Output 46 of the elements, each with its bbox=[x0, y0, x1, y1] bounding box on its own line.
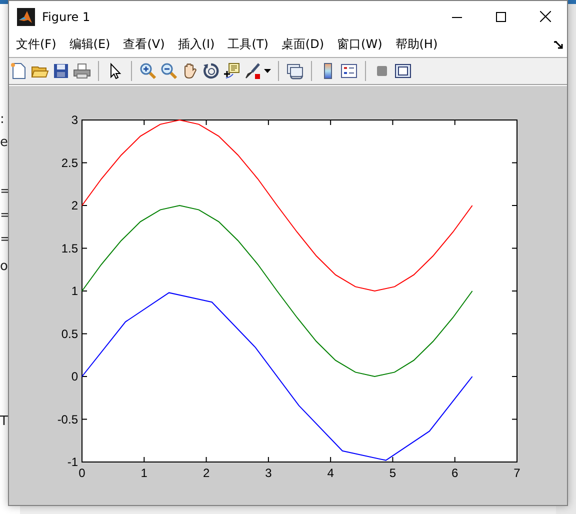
tick-label: 6 bbox=[452, 466, 458, 480]
text-fragment: T bbox=[0, 414, 8, 430]
tick-label: -0.5 bbox=[57, 412, 78, 426]
dock-icon[interactable] bbox=[554, 40, 563, 48]
menu-item[interactable]: 插入(I) bbox=[172, 34, 220, 55]
window-title: Figure 1 bbox=[42, 10, 90, 24]
tick-label: 4 bbox=[327, 466, 334, 480]
text-fragment: e bbox=[0, 135, 8, 151]
tick-label: 1 bbox=[140, 466, 148, 480]
tick-label: 5 bbox=[389, 466, 396, 480]
printer-icon[interactable] bbox=[73, 62, 91, 80]
zoom-in-icon[interactable] bbox=[139, 62, 157, 80]
zoom-out-icon[interactable] bbox=[160, 62, 178, 80]
link-plot-icon[interactable] bbox=[286, 62, 304, 80]
save-icon[interactable] bbox=[52, 62, 70, 80]
menu-item[interactable]: 工具(T) bbox=[222, 34, 274, 55]
tick-label: 0.5 bbox=[61, 326, 78, 341]
tick-label: 3 bbox=[71, 113, 78, 127]
rotate-icon[interactable] bbox=[202, 62, 220, 80]
plot-tools-icon[interactable] bbox=[394, 62, 412, 80]
caret-icon[interactable] bbox=[264, 69, 271, 73]
tick-label: 0 bbox=[71, 370, 78, 384]
menu-item[interactable]: 编辑(E) bbox=[64, 34, 116, 55]
tick-label: 7 bbox=[514, 466, 520, 480]
menu-item[interactable]: 文件(F) bbox=[11, 34, 62, 55]
menu-item[interactable]: 查看(V) bbox=[118, 34, 170, 55]
tick-label: 2.5 bbox=[61, 156, 78, 170]
menu-item[interactable]: 桌面(D) bbox=[276, 34, 330, 55]
text-fragment: : bbox=[0, 112, 4, 128]
tick-label: 1 bbox=[71, 284, 78, 298]
menu-item[interactable]: 窗口(W) bbox=[332, 34, 388, 55]
tick-label: 0 bbox=[78, 466, 86, 480]
close-icon bbox=[540, 11, 550, 22]
menu-item[interactable]: 帮助(H) bbox=[390, 34, 443, 55]
text-fragment: o bbox=[0, 259, 8, 275]
tick-label: -1 bbox=[67, 455, 78, 469]
new-file-icon[interactable] bbox=[10, 62, 28, 80]
tick-label: 2 bbox=[202, 466, 210, 480]
tick-label: 2 bbox=[71, 198, 78, 212]
maximize-icon bbox=[496, 12, 506, 22]
brush-icon[interactable] bbox=[244, 62, 262, 80]
app-logo-icon bbox=[17, 8, 35, 26]
tick-label: 1.5 bbox=[61, 241, 78, 256]
legend-icon[interactable] bbox=[340, 62, 358, 80]
tick-label: 3 bbox=[265, 466, 272, 480]
data-cursor-icon[interactable] bbox=[223, 62, 241, 80]
